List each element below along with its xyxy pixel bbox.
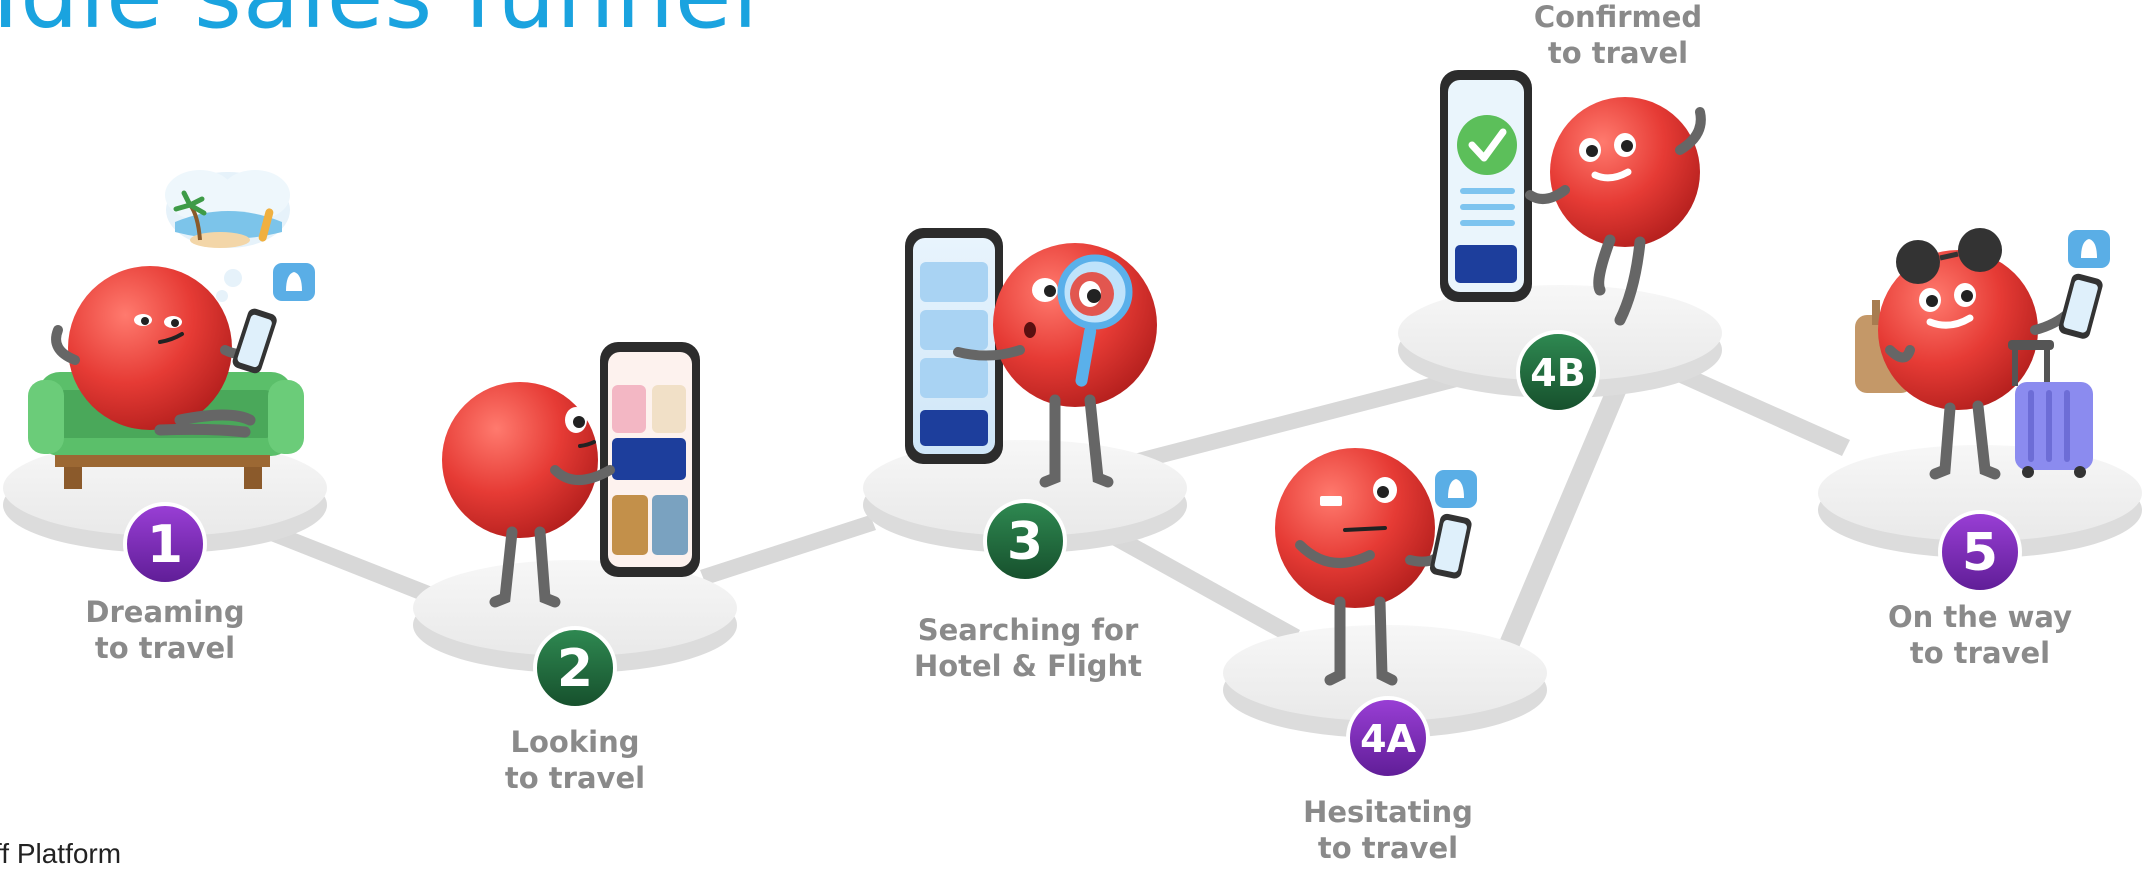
- funnel-diagram: 1 2 3 4A 4B 5: [3, 70, 2142, 780]
- badge-5: 5: [1938, 510, 2022, 594]
- svg-text:5: 5: [1962, 523, 1998, 583]
- stage-label-1: Dreaming to travel: [85, 595, 245, 665]
- stage-label-5: On the way to travel: [1887, 600, 2073, 670]
- svg-text:1: 1: [147, 515, 183, 575]
- svg-text:3: 3: [1007, 512, 1043, 572]
- badge-2: 2: [533, 626, 617, 710]
- badge-4a: 4A: [1346, 696, 1430, 780]
- character-traveling: [1855, 228, 2110, 480]
- svg-text:2: 2: [557, 639, 593, 699]
- stage-label-2: Looking to travel: [504, 725, 646, 795]
- stage-label-3: Searching for Hotel & Flight: [913, 613, 1143, 683]
- character-confirmed: [1440, 70, 1706, 326]
- bell-icon: [1435, 470, 1477, 508]
- bell-icon: [273, 263, 315, 301]
- badge-3: 3: [983, 499, 1067, 583]
- badge-1: 1: [123, 502, 207, 586]
- footer-text: ff Platform: [0, 838, 122, 869]
- svg-text:4A: 4A: [1360, 717, 1416, 761]
- bell-icon: [2068, 230, 2110, 268]
- svg-text:4B: 4B: [1530, 351, 1585, 395]
- badge-4b: 4B: [1516, 330, 1600, 414]
- stage-label-4a: Hesitating to travel: [1303, 795, 1473, 865]
- stage-label-4b: Confirmed to travel: [1533, 0, 1703, 70]
- character-dreaming: [28, 170, 315, 489]
